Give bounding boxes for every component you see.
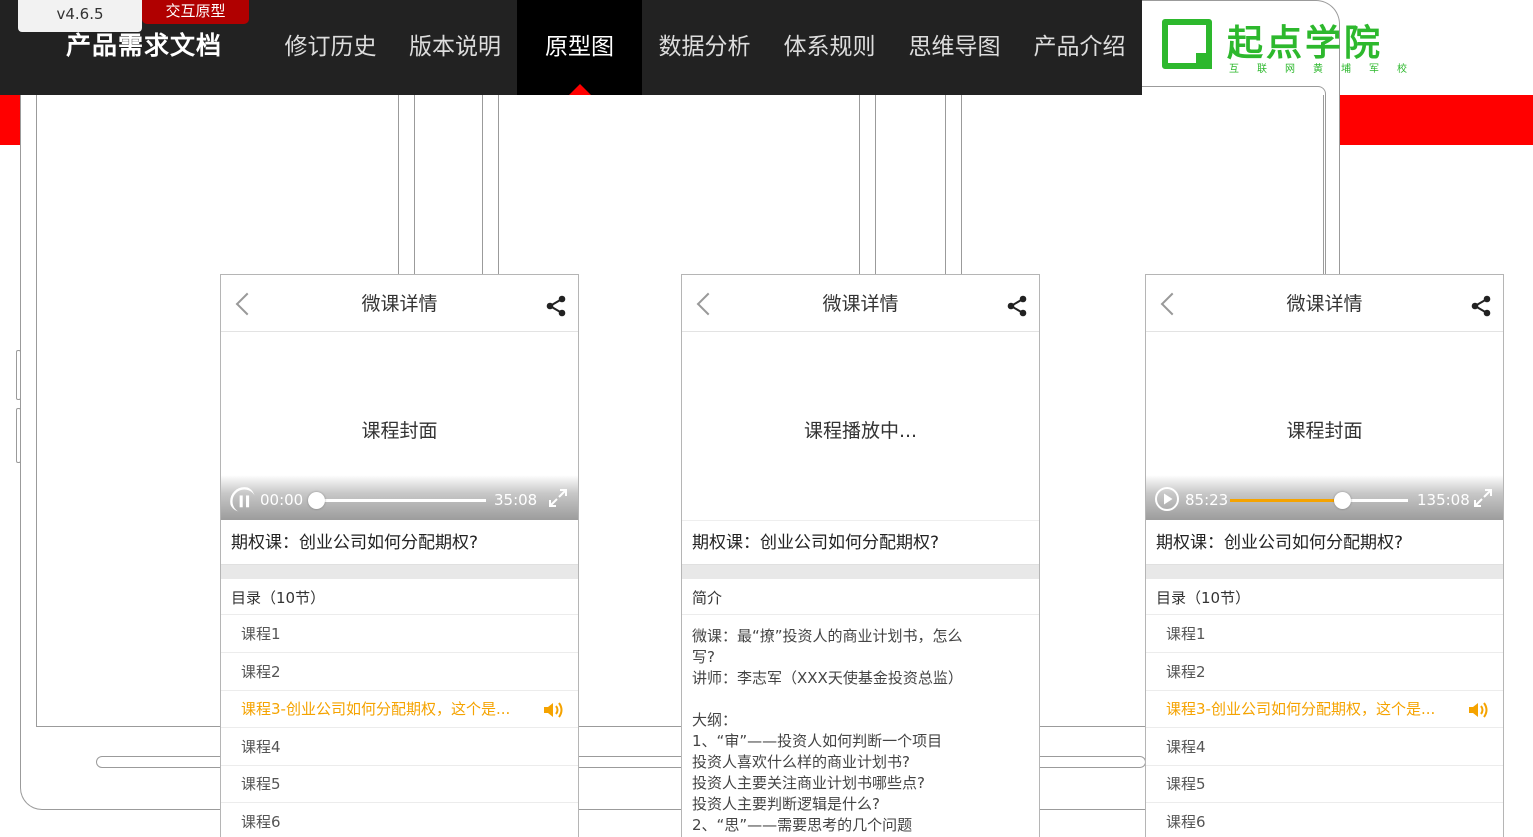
nav-product-intro[interactable]: 产品介绍 [1017, 0, 1142, 95]
side-button [16, 350, 21, 400]
panel-header: 微课详情 [221, 275, 578, 332]
divider-line [859, 95, 860, 275]
lesson-item-active[interactable]: 课程3-创业公司如何分配期权，这个是... [221, 691, 578, 728]
lesson-item[interactable]: 课程5 [1146, 766, 1503, 803]
section-gap [1146, 565, 1503, 579]
progress-knob[interactable] [1334, 492, 1352, 509]
nav-version-notes[interactable]: 版本说明 [393, 0, 517, 95]
divider-line [482, 95, 483, 275]
logo-subtitle: 互联网黄埔军校 [1229, 64, 1425, 75]
progress-track[interactable] [1230, 492, 1408, 509]
nav-prototype-label: 原型图 [545, 34, 614, 60]
share-icon[interactable] [544, 294, 568, 318]
lesson-item[interactable]: 课程1 [1146, 616, 1503, 653]
nav-data-analysis[interactable]: 数据分析 [642, 0, 767, 95]
interactive-prototype-tag[interactable]: 交互原型 [142, 0, 249, 24]
panel-title: 微课详情 [1286, 293, 1363, 315]
intro-line: 写? [692, 648, 715, 666]
phone-panel-catalog-progress: 微课详情 课程封面 85:23 135:08 期权课：创业公司如何分配期权? 目… [1145, 274, 1504, 837]
lesson-item[interactable]: 课程5 [221, 766, 578, 803]
divider-line [961, 95, 962, 275]
red-band [1339, 95, 1533, 145]
catalog-header: 目录（10节） [1146, 579, 1503, 615]
lesson-item[interactable]: 课程6 [221, 804, 578, 837]
panel-title: 微课详情 [822, 293, 899, 315]
speaker-icon [1469, 702, 1488, 718]
red-band [0, 95, 20, 145]
course-title: 期权课：创业公司如何分配期权? [682, 521, 1039, 565]
intro-line: 投资人喜欢什么样的商业计划书? [692, 753, 910, 771]
divider-line [414, 95, 415, 275]
section-gap [682, 565, 1039, 579]
progress-fill [1230, 499, 1343, 502]
lesson-item[interactable]: 课程4 [1146, 729, 1503, 766]
share-icon[interactable] [1469, 294, 1493, 318]
intro-line: 大纲： [692, 711, 738, 729]
intro-line: 2、“思”——需要思考的几个问题 [692, 816, 913, 834]
total-time: 135:08 [1417, 491, 1470, 509]
course-title: 期权课：创业公司如何分配期权? [1146, 521, 1503, 565]
progress-track[interactable] [308, 492, 486, 509]
playing-label: 课程播放中... [803, 420, 918, 442]
fullscreen-icon[interactable] [1473, 488, 1493, 508]
lesson-item[interactable]: 课程6 [1146, 804, 1503, 837]
divider-line [1323, 95, 1324, 275]
cover-label: 课程封面 [1286, 420, 1363, 442]
lesson-item-active[interactable]: 课程3-创业公司如何分配期权，这个是... [1146, 691, 1503, 728]
intro-line: 微课：最“撩”投资人的商业计划书，怎么 [692, 627, 963, 645]
pause-icon[interactable] [229, 486, 255, 512]
lesson-item[interactable]: 课程1 [221, 616, 578, 653]
intro-line [692, 689, 1012, 710]
nav-prototype[interactable]: 原型图 [517, 0, 642, 95]
divider-line [875, 95, 876, 275]
intro-line: 讲师：李志军（XXX天使基金投资总监） [692, 669, 963, 687]
logo-name: 起点学院 [1227, 23, 1384, 64]
intro-line: 1、“审”——投资人如何判断一个项目 [692, 732, 943, 750]
fullscreen-icon[interactable] [548, 488, 568, 508]
lesson-item[interactable]: 课程4 [221, 729, 578, 766]
phone-panel-catalog-paused: 微课详情 课程封面 00:00 35:08 期权课：创业公司如何分配期权? 目录… [220, 274, 579, 837]
current-time: 00:00 [260, 491, 304, 509]
cover-label: 课程封面 [361, 420, 438, 442]
intro-text: 微课：最“撩”投资人的商业计划书，怎么 写? 讲师：李志军（XXX天使基金投资总… [692, 626, 1012, 836]
phone-panel-intro-playing: 微课详情 课程播放中... 期权课：创业公司如何分配期权? 简介 微课：最“撩”… [681, 274, 1040, 837]
logo-mark-icon [1162, 19, 1212, 69]
lesson-label: 课程3-创业公司如何分配期权，这个是... [1166, 700, 1436, 718]
panel-title: 微课详情 [361, 293, 438, 315]
nav-revision-history[interactable]: 修订历史 [268, 0, 393, 95]
section-gap [221, 565, 578, 579]
intro-header: 简介 [682, 579, 1039, 615]
lesson-item[interactable]: 课程2 [1146, 654, 1503, 691]
player-controls: 85:23 135:08 [1146, 475, 1503, 520]
total-time: 35:08 [494, 491, 538, 509]
course-title: 期权课：创业公司如何分配期权? [221, 521, 578, 565]
progress-knob[interactable] [308, 492, 325, 509]
speaker-icon [544, 702, 563, 718]
intro-line: 投资人主要关注商业计划书哪些点? [692, 774, 925, 792]
panel-header: 微课详情 [682, 275, 1039, 332]
top-nav-bar: v4.6.5 交互原型 产品需求文档 修订历史 版本说明 原型图 数据分析 体系… [0, 0, 1142, 95]
intro-line: 投资人主要判断逻辑是什么? [692, 795, 880, 813]
divider-line [498, 95, 499, 275]
play-icon[interactable] [1154, 486, 1180, 512]
nav-mind-map[interactable]: 思维导图 [892, 0, 1017, 95]
catalog-header: 目录（10节） [221, 579, 578, 615]
panel-header: 微课详情 [1146, 275, 1503, 332]
nav-system-rules[interactable]: 体系规则 [767, 0, 892, 95]
active-caret-icon [568, 84, 591, 95]
lesson-item[interactable]: 课程2 [221, 654, 578, 691]
share-icon[interactable] [1005, 294, 1029, 318]
divider-line [945, 95, 946, 275]
current-time: 85:23 [1185, 491, 1229, 509]
divider-line [398, 95, 399, 275]
video-player[interactable]: 课程播放中... [682, 332, 1039, 521]
player-controls: 00:00 35:08 [221, 475, 578, 520]
doc-title: 产品需求文档 [66, 31, 223, 60]
device-screen-top [1142, 86, 1326, 106]
side-button [16, 408, 21, 463]
lesson-label: 课程3-创业公司如何分配期权，这个是... [241, 700, 511, 718]
